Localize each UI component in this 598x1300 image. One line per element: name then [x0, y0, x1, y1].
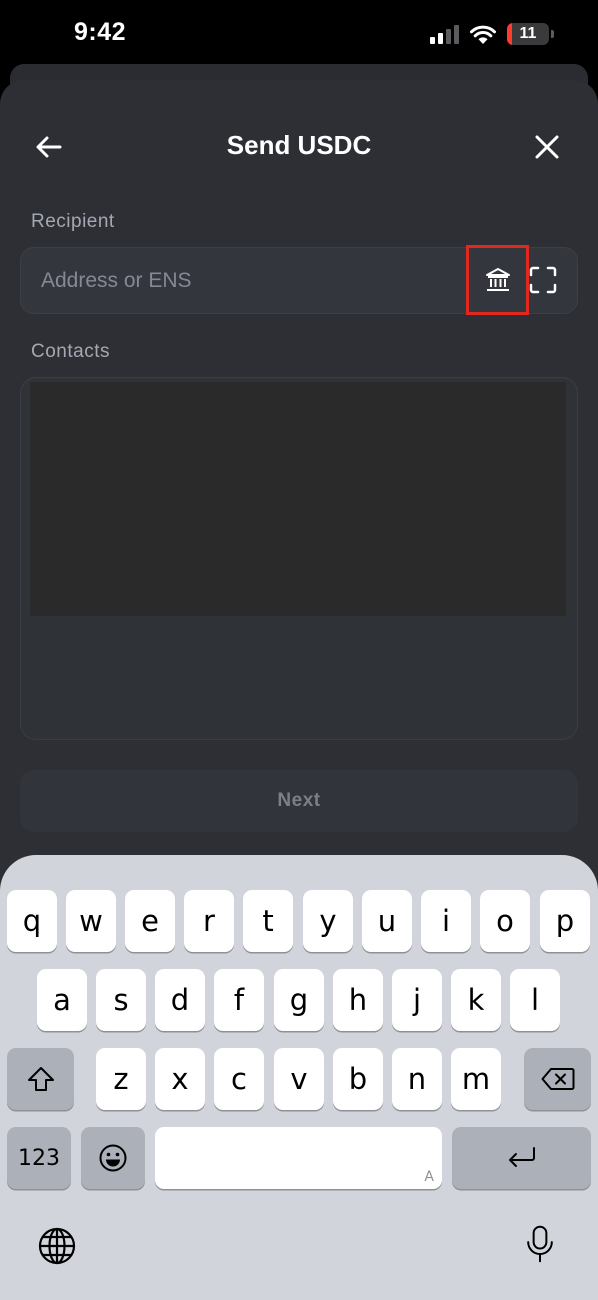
shift-icon — [27, 1067, 54, 1091]
key-w[interactable]: w — [66, 890, 116, 952]
key-c[interactable]: c — [214, 1048, 264, 1110]
key-u[interactable]: u — [362, 890, 412, 952]
delete-key[interactable] — [524, 1048, 591, 1110]
recipient-input[interactable] — [41, 248, 441, 313]
key-q[interactable]: q — [7, 890, 57, 952]
keyboard: q w e r t y u i o p a s d f g h j k l z … — [0, 855, 598, 1300]
key-y[interactable]: y — [303, 890, 353, 952]
emoji-key[interactable] — [81, 1127, 145, 1189]
recipient-label: Recipient — [31, 211, 115, 232]
key-a[interactable]: a — [37, 969, 87, 1031]
key-n[interactable]: n — [392, 1048, 442, 1110]
wifi-icon — [470, 25, 496, 44]
key-o[interactable]: o — [480, 890, 530, 952]
key-e[interactable]: e — [125, 890, 175, 952]
key-m[interactable]: m — [451, 1048, 501, 1110]
space-corner-label: A — [424, 1169, 434, 1185]
key-x[interactable]: x — [155, 1048, 205, 1110]
key-d[interactable]: d — [155, 969, 205, 1031]
key-b[interactable]: b — [333, 1048, 383, 1110]
key-t[interactable]: t — [243, 890, 293, 952]
bank-button[interactable] — [466, 245, 529, 315]
page-title: Send USDC — [226, 130, 372, 160]
microphone-icon[interactable] — [520, 1224, 560, 1264]
close-icon[interactable] — [532, 132, 562, 162]
return-icon — [508, 1147, 535, 1167]
battery-icon: 11 — [507, 23, 549, 45]
key-h[interactable]: h — [333, 969, 383, 1031]
scan-qr-icon[interactable] — [529, 266, 557, 294]
contacts-label: Contacts — [31, 341, 110, 362]
status-bar: 9:42 11 — [0, 0, 598, 66]
key-j[interactable]: j — [392, 969, 442, 1031]
key-l[interactable]: l — [510, 969, 560, 1031]
return-key[interactable] — [452, 1127, 591, 1189]
battery-level: 11 — [519, 25, 537, 42]
key-r[interactable]: r — [184, 890, 234, 952]
key-i[interactable]: i — [421, 890, 471, 952]
space-key[interactable]: A — [155, 1127, 442, 1189]
key-k[interactable]: k — [451, 969, 501, 1031]
contacts-redacted-area — [30, 382, 566, 616]
shift-key[interactable] — [7, 1048, 74, 1110]
signal-icon — [430, 24, 459, 44]
battery-cap — [551, 30, 554, 38]
next-button[interactable]: Next — [20, 770, 578, 832]
bank-icon — [485, 268, 510, 291]
key-v[interactable]: v — [274, 1048, 324, 1110]
globe-icon[interactable] — [37, 1226, 77, 1266]
delete-icon — [541, 1068, 574, 1090]
key-z[interactable]: z — [96, 1048, 146, 1110]
contacts-list — [20, 377, 578, 740]
nav-bar: Send USDC — [0, 124, 598, 170]
recipient-field — [20, 245, 578, 315]
key-p[interactable]: p — [540, 890, 590, 952]
status-time: 9:42 — [74, 18, 127, 46]
key-g[interactable]: g — [274, 969, 324, 1031]
status-icons: 11 — [430, 20, 554, 48]
emoji-icon — [99, 1144, 127, 1172]
numbers-key[interactable]: 123 — [7, 1127, 71, 1189]
key-s[interactable]: s — [96, 969, 146, 1031]
key-f[interactable]: f — [214, 969, 264, 1031]
